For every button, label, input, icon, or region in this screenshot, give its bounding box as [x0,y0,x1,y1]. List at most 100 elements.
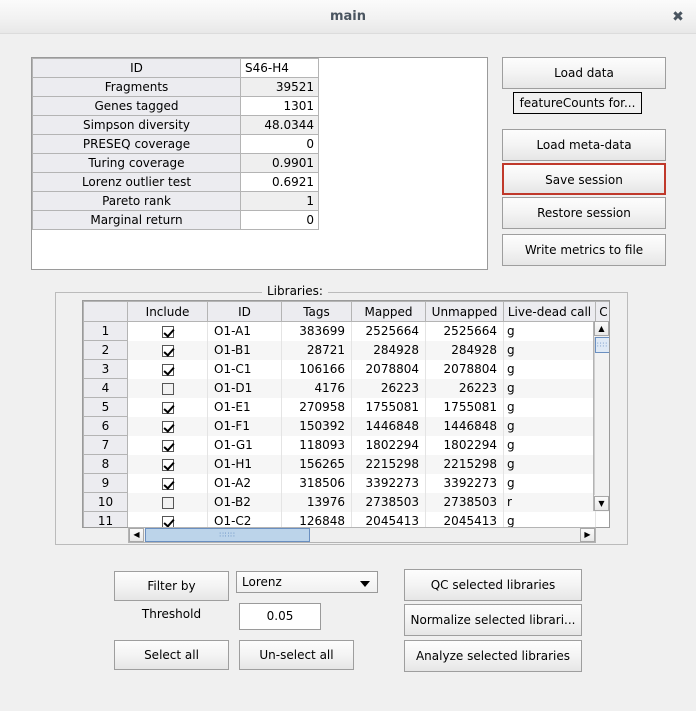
tags-cell: 28721 [281,340,352,360]
include-checkbox-cell[interactable] [127,473,208,493]
table-row[interactable]: 6 O1-F1 150392 1446848 1446848 g [83,416,609,436]
metric-value: S46-H4 [240,58,319,78]
metrics-row: Lorenz outlier test 0.6921 [32,172,319,192]
column-header-rownum[interactable] [83,301,128,322]
checkbox-checked-icon[interactable] [161,344,174,357]
hscroll-thumb[interactable]: ∷∷∷ [145,528,310,542]
include-checkbox-cell[interactable] [127,397,208,417]
checkbox-checked-icon[interactable] [161,477,174,490]
metric-label: Turing coverage [32,153,241,173]
partial-column-cell [595,511,609,527]
unmapped-cell: 1755081 [425,397,504,417]
row-number-cell: 2 [83,340,128,360]
vscroll-track[interactable]: ∷∷ [594,337,609,495]
table-row[interactable]: 3 O1-C1 106166 2078804 2078804 g [83,359,609,379]
select-all-button[interactable]: Select all [114,640,229,670]
column-header-include[interactable]: Include [127,301,208,322]
table-row[interactable]: 11 O1-C2 126848 2045413 2045413 g [83,511,609,527]
mapped-cell: 284928 [351,340,426,360]
checkbox-checked-icon[interactable] [161,420,174,433]
checkbox-checked-icon[interactable] [161,458,174,471]
qc-selected-libraries-button[interactable]: QC selected libraries [404,569,582,601]
live-dead-call-cell: g [503,473,596,493]
write-metrics-button[interactable]: Write metrics to file [502,234,666,266]
metric-label: Genes tagged [32,96,241,116]
metric-label: Pareto rank [32,191,241,211]
include-checkbox-cell[interactable] [127,435,208,455]
row-number-cell: 6 [83,416,128,436]
checkbox-checked-icon[interactable] [161,439,174,452]
window-titlebar: main ✖ [0,0,696,34]
scroll-left-icon[interactable]: ◀ [129,528,144,542]
load-data-button[interactable]: Load data [502,57,666,89]
checkbox-checked-icon[interactable] [161,363,174,376]
libraries-horizontal-scrollbar[interactable]: ◀ ∷∷∷ ▶ [128,527,596,543]
column-header-partial[interactable]: C [595,301,609,322]
filter-by-button[interactable]: Filter by [114,571,229,601]
unmapped-cell: 2045413 [425,511,504,527]
library-id-cell: O1-D1 [207,378,282,398]
column-header-mapped[interactable]: Mapped [351,301,426,322]
metric-value: 39521 [240,77,319,97]
row-number-cell: 5 [83,397,128,417]
table-row[interactable]: 7 O1-G1 118093 1802294 1802294 g [83,435,609,455]
load-meta-data-button[interactable]: Load meta-data [502,129,666,161]
table-row[interactable]: 2 O1-B1 28721 284928 284928 g [83,340,609,360]
normalize-selected-libraries-button[interactable]: Normalize selected librari... [404,604,582,636]
feature-counts-button[interactable]: featureCounts for... [513,92,642,114]
checkbox-unchecked-icon[interactable] [161,382,174,395]
include-checkbox-cell[interactable] [127,321,208,341]
checkbox-checked-icon[interactable] [161,325,174,338]
vscroll-thumb[interactable]: ∷∷ [595,337,609,353]
column-header-id[interactable]: ID [207,301,282,322]
unselect-all-button[interactable]: Un-select all [239,640,354,670]
checkbox-unchecked-icon[interactable] [161,496,174,509]
close-icon[interactable]: ✖ [668,8,688,26]
include-checkbox-cell[interactable] [127,416,208,436]
save-session-button[interactable]: Save session [502,163,666,195]
include-checkbox-cell[interactable] [127,511,208,527]
libraries-table: Include ID Tags Mapped Unmapped Live-dea… [83,301,609,527]
metrics-row: Turing coverage 0.9901 [32,153,319,173]
tags-cell: 106166 [281,359,352,379]
tags-cell: 118093 [281,435,352,455]
filter-metric-select[interactable]: Lorenz [236,571,378,593]
chevron-down-icon [360,581,370,587]
table-row[interactable]: 1 O1-A1 383699 2525664 2525664 g [83,321,609,341]
column-header-tags[interactable]: Tags [281,301,352,322]
library-id-cell: O1-B2 [207,492,282,512]
metrics-row: Simpson diversity 48.0344 [32,115,319,135]
include-checkbox-cell[interactable] [127,378,208,398]
analyze-selected-libraries-button[interactable]: Analyze selected libraries [404,640,582,672]
metrics-row: Pareto rank 1 [32,191,319,211]
library-id-cell: O1-A1 [207,321,282,341]
checkbox-checked-icon[interactable] [161,515,174,527]
threshold-input[interactable]: 0.05 [239,603,321,630]
metric-value: 1301 [240,96,319,116]
scroll-up-icon[interactable]: ▲ [594,321,609,336]
metrics-row: Marginal return 0 [32,210,319,230]
scroll-right-icon[interactable]: ▶ [580,528,595,542]
library-id-cell: O1-F1 [207,416,282,436]
include-checkbox-cell[interactable] [127,454,208,474]
metric-value: 0 [240,210,319,230]
include-checkbox-cell[interactable] [127,359,208,379]
libraries-vertical-scrollbar[interactable]: ▲ ∷∷ ▼ [593,321,609,511]
library-id-cell: O1-H1 [207,454,282,474]
table-row[interactable]: 9 O1-A2 318506 3392273 3392273 g [83,473,609,493]
include-checkbox-cell[interactable] [127,340,208,360]
checkbox-checked-icon[interactable] [161,401,174,414]
mapped-cell: 2045413 [351,511,426,527]
column-header-unmapped[interactable]: Unmapped [425,301,504,322]
table-row[interactable]: 4 O1-D1 4176 26223 26223 g [83,378,609,398]
scroll-down-icon[interactable]: ▼ [594,496,609,511]
live-dead-call-cell: g [503,340,596,360]
table-row[interactable]: 8 O1-H1 156265 2215298 2215298 g [83,454,609,474]
restore-session-button[interactable]: Restore session [502,197,666,229]
table-row[interactable]: 10 O1-B2 13976 2738503 2738503 r [83,492,609,512]
metric-label: Marginal return [32,210,241,230]
live-dead-call-cell: g [503,454,596,474]
include-checkbox-cell[interactable] [127,492,208,512]
column-header-live-dead-call[interactable]: Live-dead call [503,301,596,322]
table-row[interactable]: 5 O1-E1 270958 1755081 1755081 g [83,397,609,417]
